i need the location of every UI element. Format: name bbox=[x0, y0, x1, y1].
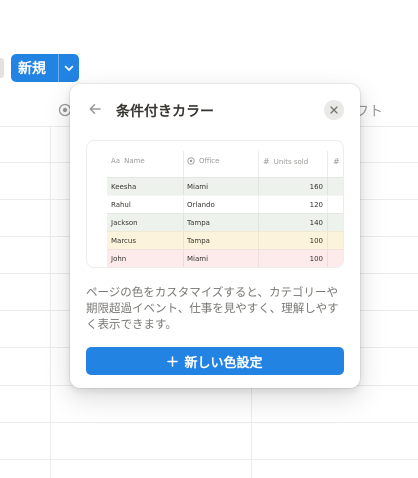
preview-cell-units: 120 bbox=[309, 201, 323, 209]
preview-cell-units: 100 bbox=[309, 237, 323, 245]
preview-header-row: Aa Name Office # Units sold # bbox=[87, 141, 343, 177]
preview-cell-units: 140 bbox=[309, 219, 323, 227]
left-edge-tab[interactable] bbox=[0, 58, 4, 78]
preview-cell-name: Rahul bbox=[111, 201, 131, 209]
database-view: 新規 フト 条件付きカラー Aa Name Office # Units sol… bbox=[0, 0, 418, 478]
preview-row: Jackson Tampa 140 bbox=[107, 213, 343, 232]
preview-col-name: Aa Name bbox=[111, 157, 145, 165]
close-button[interactable] bbox=[324, 100, 344, 120]
preview-row: Marcus Tampa 100 bbox=[107, 231, 343, 250]
preview-cell-name: Jackson bbox=[111, 219, 138, 227]
preview-col-office: Office bbox=[187, 157, 219, 165]
preview-col-extra: # bbox=[333, 157, 340, 166]
status-icon bbox=[187, 157, 195, 165]
conditional-color-popup: 条件付きカラー Aa Name Office # Units sold # Ke… bbox=[70, 84, 360, 388]
popup-description: ページの色をカスタマイズすると、カテゴリーや期限超過イベント、仕事を見やすく、理… bbox=[86, 285, 339, 331]
preview-cell-office: Miami bbox=[187, 183, 209, 191]
preview-cell-office: Orlando bbox=[187, 201, 215, 209]
preview-cell-office: Miami bbox=[187, 255, 209, 263]
preview-cell-name: Marcus bbox=[111, 237, 136, 245]
arrow-left-icon[interactable] bbox=[87, 101, 103, 117]
new-button-label[interactable]: 新規 bbox=[11, 58, 58, 78]
preview-row: Keesha Miami 160 bbox=[107, 177, 343, 196]
preview-row: Rahul Orlando 120 bbox=[107, 195, 343, 214]
preview-cell-name: Keesha bbox=[111, 183, 137, 191]
close-icon bbox=[330, 106, 338, 114]
preview-row bbox=[107, 267, 344, 268]
preview-cell-office: Tampa bbox=[187, 237, 210, 245]
preview-cell-office: Tampa bbox=[187, 219, 210, 227]
preview-col-units: # Units sold bbox=[263, 157, 309, 166]
preview-row: John Miami 100 bbox=[107, 249, 343, 267]
preview-cell-name: John bbox=[111, 255, 127, 263]
new-button[interactable]: 新規 bbox=[11, 54, 79, 82]
popup-title: 条件付きカラー bbox=[116, 104, 214, 120]
add-color-rule-button[interactable]: 新しい色設定 bbox=[86, 347, 344, 375]
plus-icon bbox=[167, 355, 179, 367]
chevron-down-icon[interactable] bbox=[59, 62, 79, 74]
preview-table: Aa Name Office # Units sold # Keesha Mia… bbox=[86, 140, 344, 268]
preview-cell-units: 160 bbox=[309, 183, 323, 191]
preview-cell-units: 100 bbox=[309, 255, 323, 263]
add-color-rule-label: 新しい色設定 bbox=[184, 355, 263, 371]
